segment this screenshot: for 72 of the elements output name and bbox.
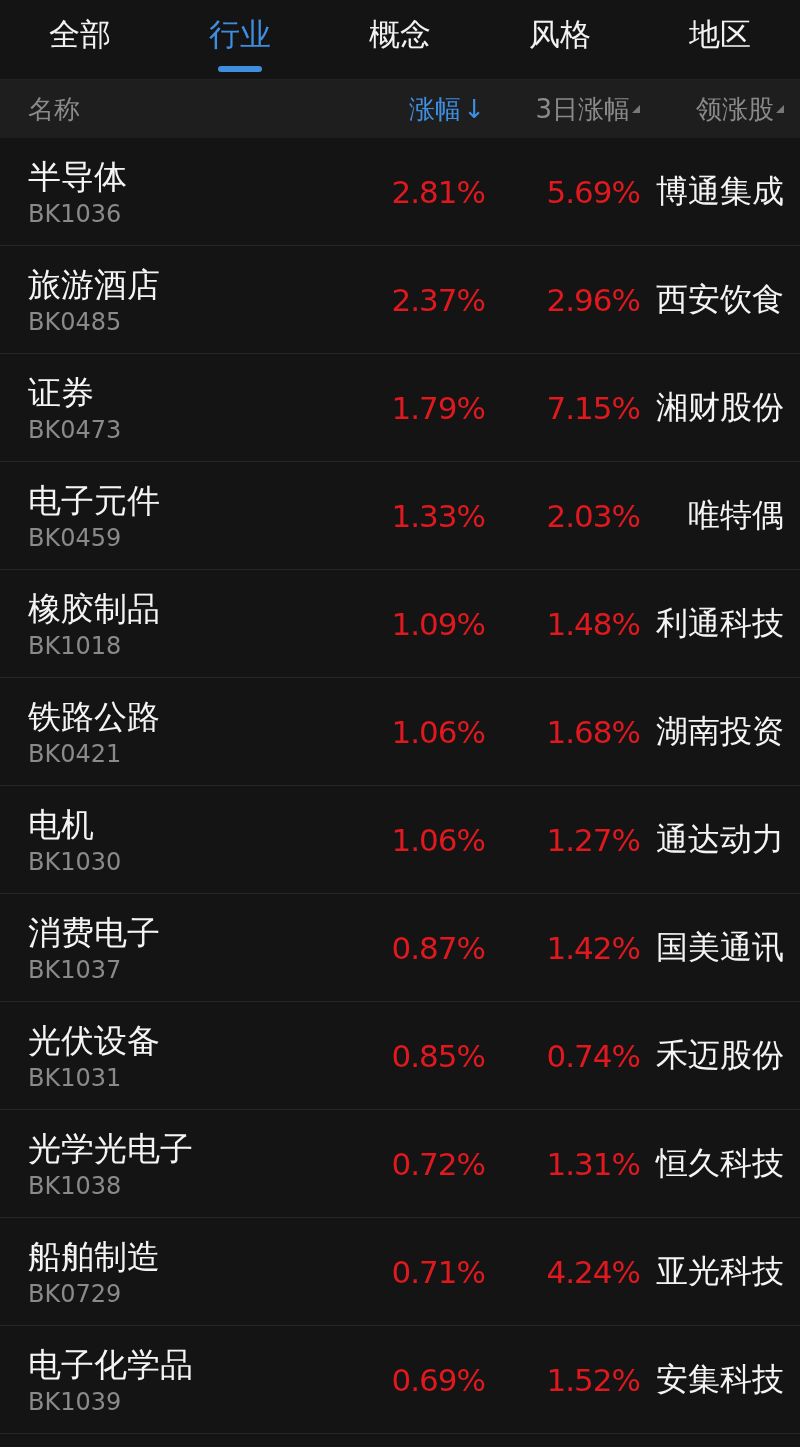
change-percent: 2.81% (391, 173, 485, 210)
category-tab[interactable]: 全部 (0, 0, 160, 79)
sector-name: 半导体 (28, 155, 128, 198)
sector-code: BK1037 (28, 954, 123, 985)
sector-name: 消费电子 (28, 911, 161, 954)
change-percent: 2.37% (391, 281, 485, 318)
leading-stock: 湘财股份 (656, 386, 784, 428)
three-day-change-percent: 2.03% (546, 497, 640, 534)
column-header[interactable]: 涨幅↓ (409, 91, 485, 127)
sector-name: 电机 (28, 803, 95, 846)
leading-stock: 国美通讯 (656, 926, 784, 968)
active-tab-indicator (218, 66, 262, 72)
change-percent: 1.33% (391, 497, 485, 534)
sector-code: BK1039 (28, 1386, 123, 1417)
sector-code: BK1030 (28, 846, 123, 877)
change-percent: 1.09% (391, 605, 485, 642)
leading-stock: 恒久科技 (656, 1142, 784, 1184)
category-tab[interactable]: 地区 (640, 0, 800, 79)
three-day-change-percent: 1.31% (546, 1145, 640, 1182)
three-day-change-percent: 2.96% (546, 281, 640, 318)
three-day-change-percent: 1.42% (546, 929, 640, 966)
three-day-change-percent: 0.74% (546, 1037, 640, 1074)
leading-stock: 利通科技 (656, 602, 784, 644)
leading-stock: 湖南投资 (656, 710, 784, 752)
change-percent: 0.69% (391, 1361, 485, 1398)
sector-code: BK1018 (28, 630, 123, 661)
column-header: 名称 (28, 92, 80, 126)
sector-code: BK0473 (28, 414, 123, 445)
sector-name: 船舶制造 (28, 1235, 161, 1278)
three-day-change-percent: 5.69% (546, 173, 640, 210)
sort-triangle-icon (632, 104, 640, 113)
leading-stock: 西安饮食 (656, 278, 784, 320)
leading-stock: 通达动力 (656, 818, 784, 860)
three-day-change-percent: 1.48% (546, 605, 640, 642)
leading-stock: 亚光科技 (656, 1250, 784, 1292)
change-percent: 1.06% (391, 713, 485, 750)
sector-name: 电子化学品 (28, 1343, 194, 1386)
sector-code: BK1038 (28, 1170, 123, 1201)
three-day-change-percent: 1.68% (546, 713, 640, 750)
sector-code: BK0485 (28, 306, 123, 337)
three-day-change-percent: 1.52% (546, 1361, 640, 1398)
three-day-change-percent: 4.24% (546, 1253, 640, 1290)
leading-stock: 安集科技 (656, 1358, 784, 1400)
sector-name: 光伏设备 (28, 1019, 161, 1062)
change-percent: 1.79% (391, 389, 485, 426)
change-percent: 0.71% (391, 1253, 485, 1290)
change-percent: 0.87% (391, 929, 485, 966)
sector-code: BK0421 (28, 738, 123, 769)
three-day-change-percent: 7.15% (546, 389, 640, 426)
sector-name: 证券 (28, 371, 95, 414)
sector-name: 光学光电子 (28, 1127, 194, 1170)
change-percent: 0.85% (391, 1037, 485, 1074)
category-tab[interactable]: 风格 (480, 0, 640, 79)
column-header[interactable]: 3日涨幅 (535, 91, 630, 127)
sector-code: BK1031 (28, 1062, 123, 1093)
column-header[interactable]: 领涨股 (696, 91, 774, 127)
leading-stock: 唯特偶 (688, 494, 784, 536)
sector-name: 铁路公路 (28, 695, 161, 738)
change-percent: 1.06% (391, 821, 485, 858)
leading-stock: 博通集成 (656, 170, 784, 212)
three-day-change-percent: 1.27% (546, 821, 640, 858)
sector-name: 橡胶制品 (28, 587, 161, 630)
sort-triangle-icon (776, 104, 784, 113)
sector-code: BK0729 (28, 1278, 123, 1309)
sector-code: BK1036 (28, 198, 123, 229)
change-percent: 0.72% (391, 1145, 485, 1182)
category-tab[interactable]: 行业 (160, 0, 320, 79)
sector-code: BK0459 (28, 522, 123, 553)
sector-name: 电子元件 (28, 479, 161, 522)
category-tab[interactable]: 概念 (320, 0, 480, 79)
leading-stock: 禾迈股份 (656, 1034, 784, 1076)
sector-name: 旅游酒店 (28, 263, 161, 306)
